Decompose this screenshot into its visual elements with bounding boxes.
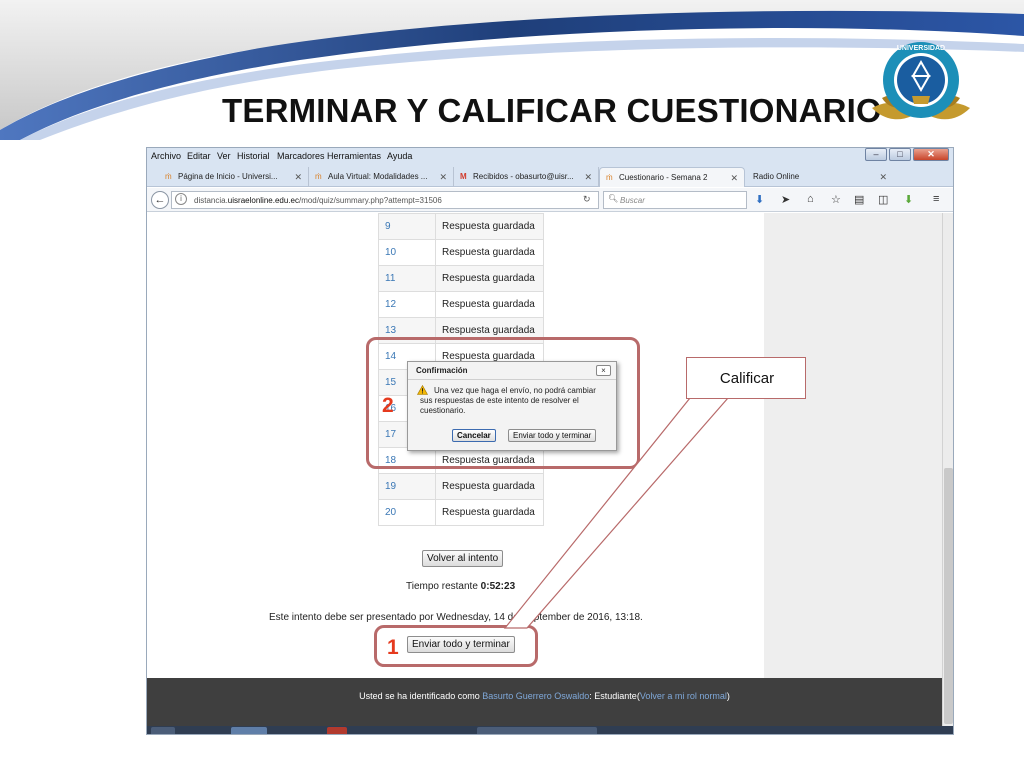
bookmark-star-icon[interactable]: ☆ bbox=[831, 193, 841, 206]
menu-bar: Archivo Editar Ver Historial Marcadores … bbox=[147, 148, 953, 165]
menu-historial[interactable]: Historial bbox=[237, 151, 270, 161]
tab-label: Página de Inicio - Universi... bbox=[178, 172, 278, 181]
moodle-icon: ṁ bbox=[165, 172, 172, 181]
url-host: uisraelonline.edu.ec bbox=[227, 196, 299, 205]
menu-marcadores[interactable]: Marcadores bbox=[277, 151, 325, 161]
tab-bar: ṁ Página de Inicio - Universi... ✕ ṁ Aula … bbox=[147, 165, 953, 200]
scrollbar-thumb[interactable] bbox=[944, 468, 953, 724]
table-row: 12 Respuesta guardada bbox=[378, 291, 544, 318]
taskbar-item[interactable] bbox=[327, 727, 347, 734]
time-remaining: Tiempo restante 0:52:23 bbox=[406, 581, 515, 592]
question-status: Respuesta guardada bbox=[435, 213, 544, 240]
reload-icon[interactable]: ↻ bbox=[583, 194, 591, 205]
hamburger-menu-icon[interactable]: ≡ bbox=[933, 193, 939, 205]
login-info: Usted se ha identificado como Basurto Gu… bbox=[147, 691, 942, 701]
return-to-attempt-button[interactable]: Volver al intento bbox=[422, 550, 504, 567]
question-status: Respuesta guardada bbox=[435, 291, 544, 318]
callout-box: Calificar bbox=[686, 357, 806, 399]
question-number-link[interactable]: 9 bbox=[378, 213, 436, 240]
search-icon: 🔍︎ bbox=[608, 194, 619, 203]
close-window-icon[interactable]: ✕ bbox=[913, 148, 949, 161]
page-viewport: 9 Respuesta guardada 10 Respuesta guardada 1… bbox=[147, 213, 942, 734]
question-status: Respuesta guardada bbox=[435, 265, 544, 292]
role-text: : Estudiante( bbox=[589, 691, 640, 701]
question-number-link[interactable]: 11 bbox=[378, 265, 436, 292]
highlight-box-dialog bbox=[366, 337, 640, 469]
close-tab-icon[interactable]: ✕ bbox=[439, 172, 447, 183]
question-number-link[interactable]: 19 bbox=[378, 473, 436, 500]
step-number-2: 2 bbox=[382, 394, 394, 417]
question-status: Respuesta guardada bbox=[435, 499, 544, 526]
back-arrow-icon[interactable]: ← bbox=[151, 191, 169, 209]
question-number-link[interactable]: 10 bbox=[378, 239, 436, 266]
step-number-1: 1 bbox=[387, 636, 399, 659]
table-row: 20 Respuesta guardada bbox=[378, 499, 544, 526]
question-status: Respuesta guardada bbox=[435, 239, 544, 266]
close-tab-icon[interactable]: ✕ bbox=[879, 172, 887, 183]
table-row: 19 Respuesta guardada bbox=[378, 473, 544, 500]
table-row: 11 Respuesta guardada bbox=[378, 265, 544, 292]
deadline-text: Este intento debe ser presentado por Wed… bbox=[269, 612, 643, 623]
right-sidebar-area bbox=[764, 213, 942, 678]
window-controls: – □ ✕ bbox=[865, 148, 949, 163]
question-number-link[interactable]: 20 bbox=[378, 499, 436, 526]
role-suffix: ) bbox=[726, 691, 730, 701]
university-seal-logo: UNIVERSIDAD bbox=[872, 42, 970, 120]
send-icon[interactable]: ➤ bbox=[781, 193, 790, 206]
reading-list-icon[interactable]: ▤ bbox=[854, 193, 864, 206]
callout-text: Calificar bbox=[719, 370, 775, 387]
moodle-icon: ṁ bbox=[606, 173, 613, 182]
close-tab-icon[interactable]: ✕ bbox=[294, 172, 302, 183]
close-tab-icon[interactable]: ✕ bbox=[730, 173, 738, 184]
tab-recibidos[interactable]: M Recibidos - obasurto@uisr... ✕ bbox=[454, 167, 599, 187]
tab-cuestionario[interactable]: ṁ Cuestionario - Semana 2 ✕ bbox=[599, 167, 745, 187]
start-button[interactable] bbox=[151, 727, 175, 734]
vertical-scrollbar[interactable] bbox=[942, 213, 953, 734]
table-row: 10 Respuesta guardada bbox=[378, 239, 544, 266]
url-path: /mod/quiz/summary.php?attempt=31506 bbox=[298, 196, 442, 205]
close-tab-icon[interactable]: ✕ bbox=[584, 172, 592, 183]
menu-archivo[interactable]: Archivo bbox=[151, 151, 181, 161]
slide: TERMINAR Y CALIFICAR CUESTIONARIO UNIVER… bbox=[0, 0, 1024, 768]
minimize-icon[interactable]: – bbox=[865, 148, 887, 161]
moodle-icon: ṁ bbox=[315, 172, 322, 181]
extension-download-icon[interactable]: ⬇ bbox=[904, 193, 913, 206]
table-row: 9 Respuesta guardada bbox=[378, 213, 544, 240]
menu-editar[interactable]: Editar bbox=[187, 151, 211, 161]
navigation-bar: distancia.uisraelonline.edu.ec/mod/quiz/… bbox=[147, 188, 953, 212]
tab-label: Aula Virtual: Modalidades ... bbox=[328, 172, 428, 181]
home-icon[interactable]: ⌂ bbox=[807, 193, 814, 205]
address-bar[interactable]: distancia.uisraelonline.edu.ec/mod/quiz/… bbox=[171, 191, 599, 209]
tab-label: Cuestionario - Semana 2 bbox=[619, 173, 708, 182]
menu-ayuda[interactable]: Ayuda bbox=[387, 151, 412, 161]
svg-text:UNIVERSIDAD: UNIVERSIDAD bbox=[897, 45, 945, 52]
taskbar-item[interactable] bbox=[231, 727, 267, 734]
search-input[interactable]: Buscar bbox=[603, 191, 747, 209]
url-prefix: distancia. bbox=[194, 196, 228, 205]
gmail-icon: M bbox=[460, 172, 467, 181]
tab-radio-online[interactable]: Radio Online ✕ bbox=[747, 167, 893, 187]
login-info-prefix: Usted se ha identificado como bbox=[359, 691, 480, 701]
time-remaining-label: Tiempo restante bbox=[406, 581, 478, 592]
tab-label: Recibidos - obasurto@uisr... bbox=[473, 172, 574, 181]
info-icon[interactable]: i bbox=[175, 193, 187, 205]
user-name-link[interactable]: Basurto Guerrero Oswaldo bbox=[482, 691, 589, 701]
question-number-link[interactable]: 12 bbox=[378, 291, 436, 318]
os-taskbar bbox=[147, 726, 953, 734]
maximize-icon[interactable]: □ bbox=[889, 148, 911, 161]
tab-aula-virtual[interactable]: ṁ Aula Virtual: Modalidades ... ✕ bbox=[309, 167, 454, 187]
tab-pagina-inicio[interactable]: ṁ Página de Inicio - Universi... ✕ bbox=[159, 167, 309, 187]
download-icon[interactable]: ⬇ bbox=[755, 193, 764, 206]
question-status: Respuesta guardada bbox=[435, 473, 544, 500]
switch-role-link[interactable]: Volver a mi rol normal bbox=[640, 691, 727, 701]
menu-ver[interactable]: Ver bbox=[217, 151, 231, 161]
pocket-icon[interactable]: ◫ bbox=[878, 193, 888, 206]
time-remaining-value: 0:52:23 bbox=[480, 581, 516, 592]
slide-title: TERMINAR Y CALIFICAR CUESTIONARIO bbox=[222, 92, 882, 129]
tab-label: Radio Online bbox=[753, 172, 800, 181]
taskbar-item[interactable] bbox=[477, 727, 597, 734]
menu-herramientas[interactable]: Herramientas bbox=[327, 151, 381, 161]
